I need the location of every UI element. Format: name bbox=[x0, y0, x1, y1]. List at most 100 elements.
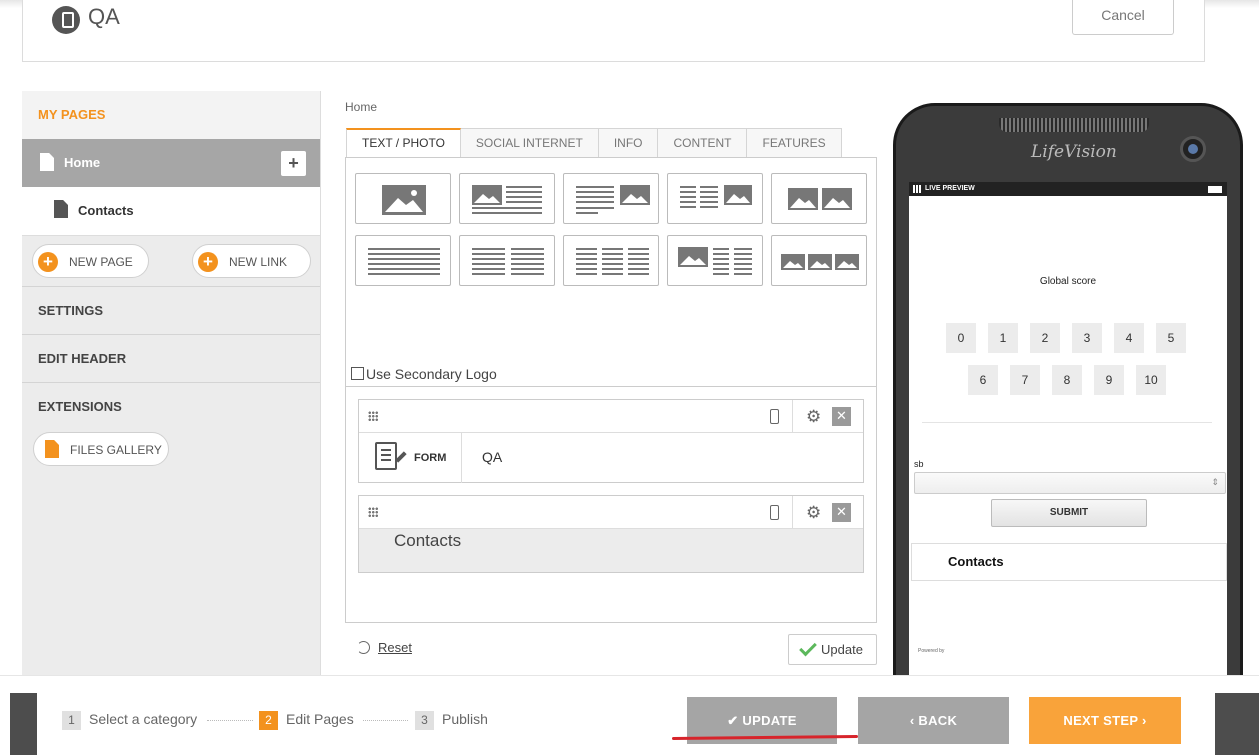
form-icon bbox=[375, 442, 397, 470]
form-row: FORM QA bbox=[359, 433, 863, 483]
secondary-logo-checkbox[interactable]: Use Secondary Logo bbox=[351, 366, 497, 382]
layout-photo-two-columns[interactable] bbox=[667, 235, 763, 286]
files-gallery-button[interactable]: FILES GALLERY bbox=[33, 432, 169, 466]
tab-info[interactable]: INFO bbox=[598, 128, 659, 158]
side-shade-right bbox=[1215, 693, 1259, 755]
step-number: 3 bbox=[415, 711, 434, 730]
step-label: Publish bbox=[442, 711, 488, 727]
layout-text-two-columns[interactable] bbox=[459, 235, 555, 286]
camera-icon bbox=[1180, 136, 1206, 162]
tab-text-photo[interactable]: TEXT / PHOTO bbox=[346, 128, 461, 158]
sidebar: MY PAGES Home + Contacts + NEW PAGE + NE… bbox=[22, 91, 321, 691]
score-button-2[interactable]: 2 bbox=[1030, 323, 1060, 353]
three-images-icon bbox=[781, 254, 859, 270]
phone-preview: LifeVision LIVE PREVIEW Global score 012… bbox=[893, 103, 1243, 743]
undo-icon bbox=[357, 641, 370, 654]
sidebar-item-contacts[interactable]: Contacts bbox=[22, 187, 320, 235]
score-button-7[interactable]: 7 bbox=[1010, 365, 1040, 395]
sidebar-item-home[interactable]: Home + bbox=[22, 139, 320, 187]
layout-photo-large[interactable] bbox=[355, 173, 451, 224]
sidebar-item-edit-header[interactable]: EDIT HEADER bbox=[22, 334, 320, 382]
files-gallery-label: FILES GALLERY bbox=[70, 443, 162, 457]
score-button-1[interactable]: 1 bbox=[988, 323, 1018, 353]
chevron-right-icon: › bbox=[1138, 713, 1147, 728]
signal-icon bbox=[913, 185, 923, 193]
score-button-5[interactable]: 5 bbox=[1156, 323, 1186, 353]
text-block-icon bbox=[368, 248, 440, 275]
mobile-visibility-icon[interactable] bbox=[770, 505, 779, 520]
step-number: 2 bbox=[259, 711, 278, 730]
back-label: BACK bbox=[918, 713, 958, 728]
sb-label: sb bbox=[914, 459, 924, 469]
gear-icon[interactable]: ⚙ bbox=[806, 504, 821, 521]
layout-text-three-columns[interactable] bbox=[563, 235, 659, 286]
sb-select[interactable] bbox=[914, 472, 1226, 494]
score-button-9[interactable]: 9 bbox=[1094, 365, 1124, 395]
layout-text-photo-right[interactable] bbox=[563, 173, 659, 224]
new-page-button[interactable]: + NEW PAGE bbox=[32, 244, 149, 278]
new-page-label: NEW PAGE bbox=[69, 255, 133, 269]
step-3[interactable]: 3 Publish bbox=[415, 711, 488, 731]
sidebar-item-extensions[interactable]: EXTENSIONS bbox=[22, 382, 320, 430]
layout-two-photos[interactable] bbox=[771, 173, 867, 224]
gear-icon[interactable]: ⚙ bbox=[806, 408, 821, 425]
step-1[interactable]: 1 Select a category bbox=[62, 711, 197, 731]
score-button-8[interactable]: 8 bbox=[1052, 365, 1082, 395]
mobile-visibility-icon[interactable] bbox=[770, 409, 779, 424]
tab-content[interactable]: CONTENT bbox=[658, 128, 748, 158]
new-link-button[interactable]: + NEW LINK bbox=[192, 244, 311, 278]
image-text-icon bbox=[472, 185, 542, 214]
check-icon: ✔ bbox=[727, 713, 743, 728]
contacts-block-body[interactable]: Contacts bbox=[359, 529, 863, 572]
my-pages-heading: MY PAGES bbox=[22, 91, 320, 139]
phone-contacts-item[interactable]: Contacts bbox=[911, 543, 1227, 581]
drag-handle-icon[interactable] bbox=[368, 507, 378, 517]
score-button-0[interactable]: 0 bbox=[946, 323, 976, 353]
file-icon bbox=[45, 440, 59, 458]
sidebar-item-label: Contacts bbox=[78, 203, 134, 218]
add-subpage-button[interactable]: + bbox=[281, 151, 306, 176]
divider bbox=[346, 386, 876, 387]
block-toolbar: ⚙ ✕ bbox=[359, 400, 863, 433]
reset-link[interactable]: Reset bbox=[357, 640, 412, 655]
layout-three-photos[interactable] bbox=[771, 235, 867, 286]
step-number: 1 bbox=[62, 711, 81, 730]
pencil-icon bbox=[395, 451, 407, 463]
layout-text-full[interactable] bbox=[355, 235, 451, 286]
breadcrumb: Home bbox=[345, 100, 378, 114]
score-button-4[interactable]: 4 bbox=[1114, 323, 1144, 353]
form-type-cell: FORM bbox=[359, 433, 462, 483]
status-bar: LIVE PREVIEW bbox=[909, 182, 1227, 196]
layout-tabs: TEXT / PHOTO SOCIAL INTERNET INFO CONTEN… bbox=[346, 128, 842, 158]
form-type-label: FORM bbox=[414, 452, 447, 464]
drag-handle-icon[interactable] bbox=[368, 411, 378, 421]
tab-social-internet[interactable]: SOCIAL INTERNET bbox=[460, 128, 599, 158]
close-icon[interactable]: ✕ bbox=[832, 407, 851, 426]
reset-label: Reset bbox=[378, 640, 412, 655]
score-button-3[interactable]: 3 bbox=[1072, 323, 1102, 353]
next-step-label: NEXT STEP bbox=[1063, 713, 1139, 728]
cancel-button[interactable]: Cancel bbox=[1072, 0, 1174, 35]
step-2[interactable]: 2 Edit Pages bbox=[259, 711, 354, 731]
speaker-grille bbox=[999, 118, 1149, 132]
sidebar-item-settings[interactable]: SETTINGS bbox=[22, 286, 320, 334]
live-preview-label: LIVE PREVIEW bbox=[925, 185, 975, 192]
update-button[interactable]: Update bbox=[788, 634, 877, 665]
score-button-10[interactable]: 10 bbox=[1136, 365, 1166, 395]
new-actions-row: + NEW PAGE + NEW LINK bbox=[22, 235, 320, 286]
phone-brand: LifeVision bbox=[1031, 142, 1117, 162]
powered-by: Powered by bbox=[918, 648, 945, 654]
layout-two-columns-photo[interactable] bbox=[667, 173, 763, 224]
score-button-6[interactable]: 6 bbox=[968, 365, 998, 395]
layout-photo-left-text[interactable] bbox=[459, 173, 555, 224]
close-icon[interactable]: ✕ bbox=[832, 503, 851, 522]
tab-features[interactable]: FEATURES bbox=[747, 128, 842, 158]
submit-button[interactable]: SUBMIT bbox=[991, 499, 1147, 527]
contacts-text: Contacts bbox=[394, 531, 462, 550]
form-name[interactable]: QA bbox=[482, 449, 502, 465]
back-button[interactable]: ‹ BACK bbox=[858, 697, 1009, 744]
battery-icon bbox=[1208, 186, 1222, 193]
next-step-button[interactable]: NEXT STEP › bbox=[1029, 697, 1181, 744]
text-image-icon bbox=[576, 185, 650, 214]
block-toolbar: ⚙ ✕ bbox=[359, 496, 863, 529]
